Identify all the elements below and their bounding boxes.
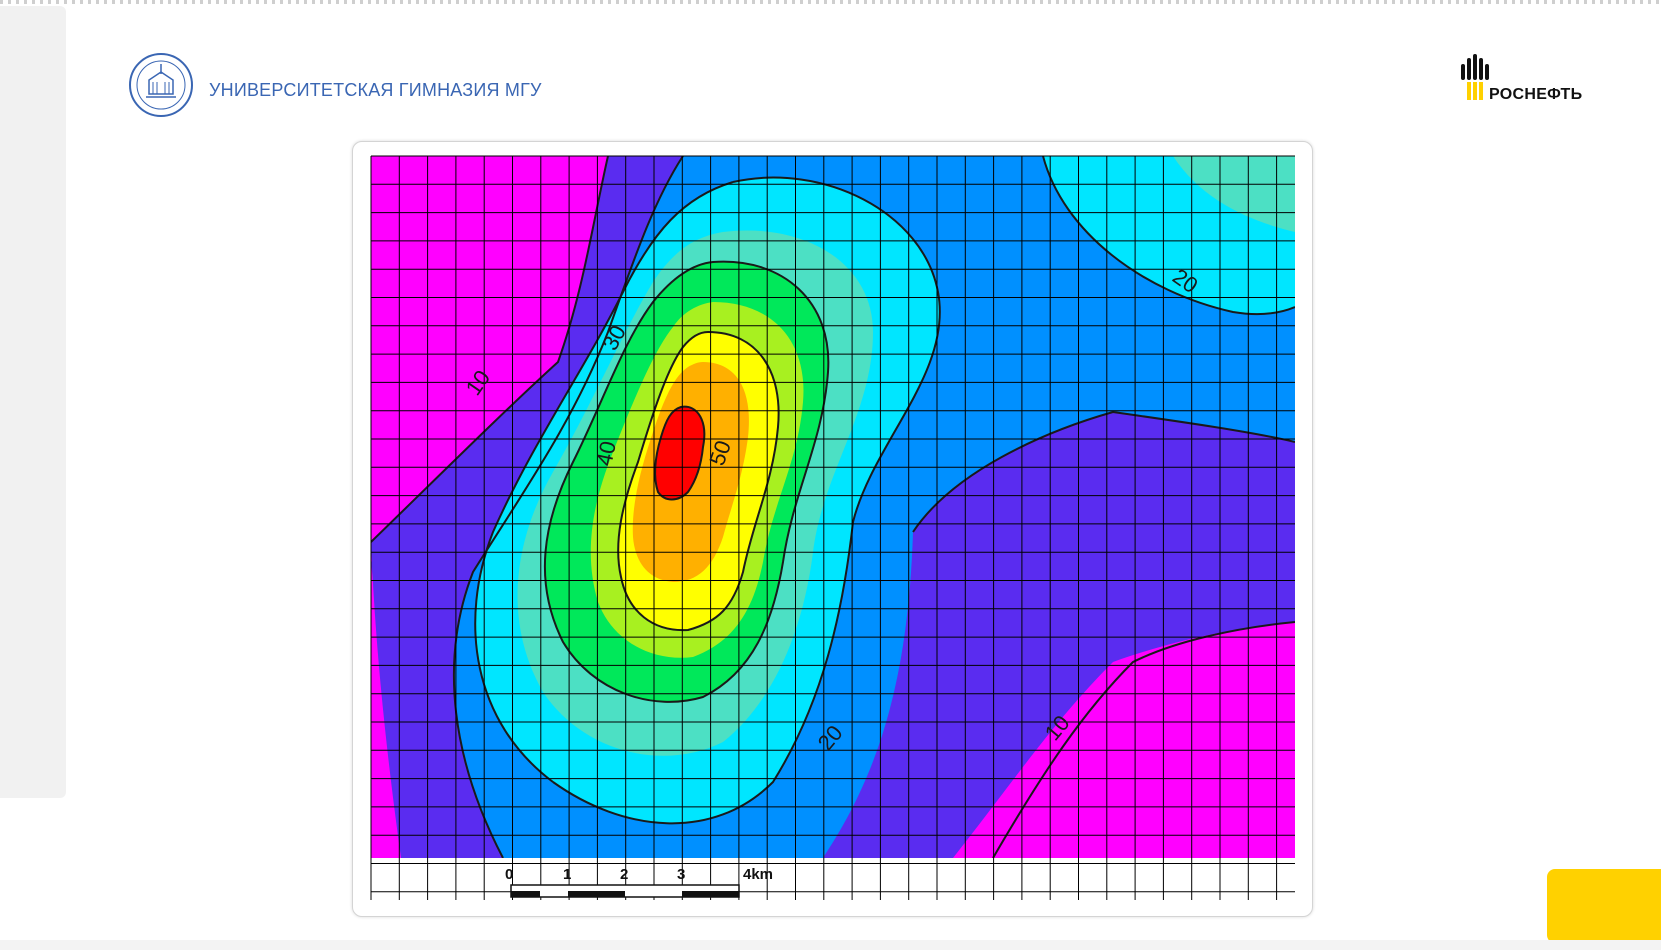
side-panel (0, 6, 66, 798)
partner-logo-text: РОСНЕФТЬ (1489, 86, 1583, 103)
contour-label: 40 (591, 439, 621, 468)
scale-label: 0 (505, 866, 513, 883)
top-divider (0, 0, 1661, 4)
scale-label: 4km (743, 866, 773, 883)
scale-label: 1 (563, 866, 571, 883)
university-seal-icon (128, 52, 194, 118)
scale-label: 3 (677, 866, 685, 883)
scale-label: 2 (620, 866, 628, 883)
school-name: УНИВЕРСИТЕТСКАЯ ГИМНАЗИЯ МГУ (209, 80, 542, 100)
bottom-divider (0, 940, 1661, 950)
scale-bar: 0 1 2 3 4km (505, 866, 773, 898)
contour-map: 10 30 40 50 20 20 10 0 1 2 3 4km (352, 141, 1313, 917)
next-slide-button[interactable] (1547, 869, 1661, 943)
